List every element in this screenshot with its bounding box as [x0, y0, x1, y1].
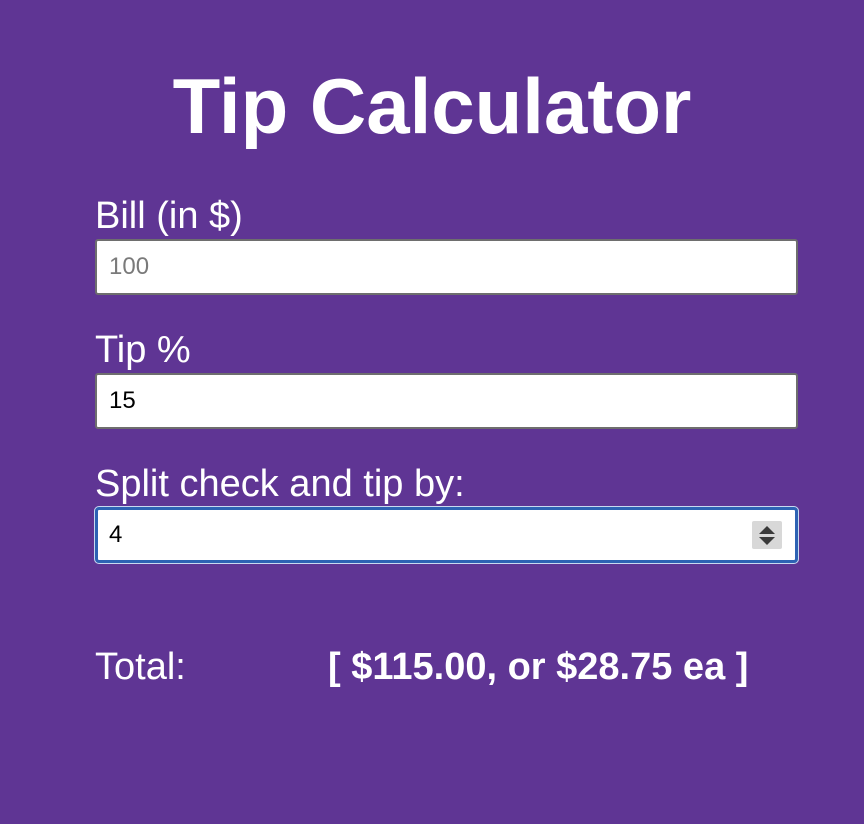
bill-input-placeholder: 100	[109, 253, 150, 280]
bill-input[interactable]: 100	[95, 239, 798, 295]
tip-input-value: 15	[109, 387, 136, 414]
number-stepper[interactable]	[752, 521, 782, 549]
tip-input[interactable]: 15	[95, 373, 798, 429]
split-input-value: 4	[109, 521, 123, 548]
tip-label: Tip %	[95, 329, 191, 371]
bill-label: Bill (in $)	[95, 195, 243, 237]
split-input[interactable]: 4	[95, 507, 798, 563]
split-label: Split check and tip by:	[95, 463, 465, 505]
stepper-up-icon[interactable]	[759, 525, 775, 534]
total-label: Total:	[95, 646, 186, 688]
page-title: Tip Calculator	[172, 62, 692, 150]
stepper-down-icon[interactable]	[759, 536, 775, 545]
total-value: [ $115.00, or $28.75 ea ]	[328, 646, 749, 688]
